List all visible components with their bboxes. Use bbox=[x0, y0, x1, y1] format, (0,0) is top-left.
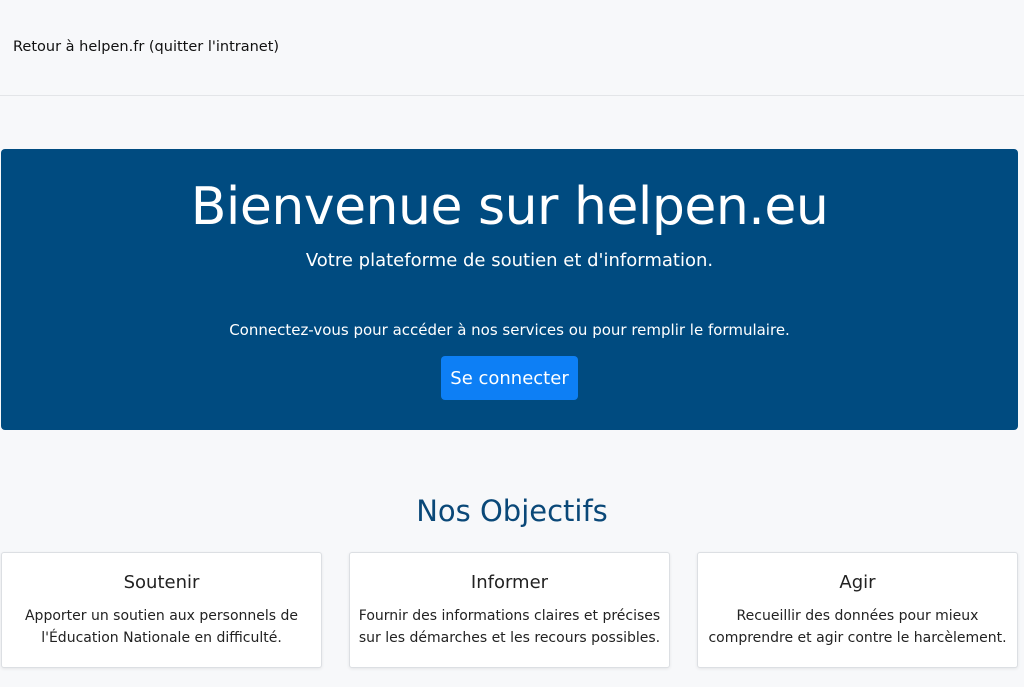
hero-subtitle: Votre plateforme de soutien et d'informa… bbox=[305, 250, 714, 271]
card-description: Apporter un soutien aux personnels de l'… bbox=[2, 605, 321, 649]
card-description-line: Apporter un soutien aux personnels de bbox=[24, 608, 299, 624]
top-bar: Retour à helpen.fr (quitter l'intranet) bbox=[0, 0, 1024, 96]
objective-card-soutenir: Soutenir Apporter un soutien aux personn… bbox=[1, 552, 322, 668]
card-title: Agir bbox=[839, 572, 876, 593]
hero-login-prompt: Connectez-vous pour accéder à nos servic… bbox=[229, 321, 790, 339]
card-description: Fournir des informations claires et préc… bbox=[350, 605, 669, 649]
login-button[interactable]: Se connecter bbox=[441, 356, 578, 400]
card-description-line: Recueillir des données pour mieux bbox=[736, 608, 979, 624]
back-to-helpen-link[interactable]: Retour à helpen.fr (quitter l'intranet) bbox=[13, 39, 279, 55]
card-description-line: l'Éducation Nationale en difficulté. bbox=[41, 630, 282, 646]
card-title: Informer bbox=[470, 572, 549, 593]
card-description-line: comprendre et agir contre le harcèlement… bbox=[708, 630, 1007, 646]
objective-card-agir: Agir Recueillir des données pour mieux c… bbox=[697, 552, 1018, 668]
hero-banner: Bienvenue sur helpen.eu Votre plateforme… bbox=[1, 149, 1018, 430]
objectives-title: Nos Objectifs bbox=[416, 494, 608, 528]
card-description-line: Fournir des informations claires et préc… bbox=[358, 608, 661, 624]
card-title: Soutenir bbox=[123, 572, 200, 593]
hero-title: Bienvenue sur helpen.eu bbox=[190, 177, 829, 237]
card-description: Recueillir des données pour mieux compre… bbox=[698, 605, 1017, 649]
objective-card-informer: Informer Fournir des informations claire… bbox=[349, 552, 670, 668]
card-description-line: sur les démarches et les recours possibl… bbox=[358, 630, 661, 646]
